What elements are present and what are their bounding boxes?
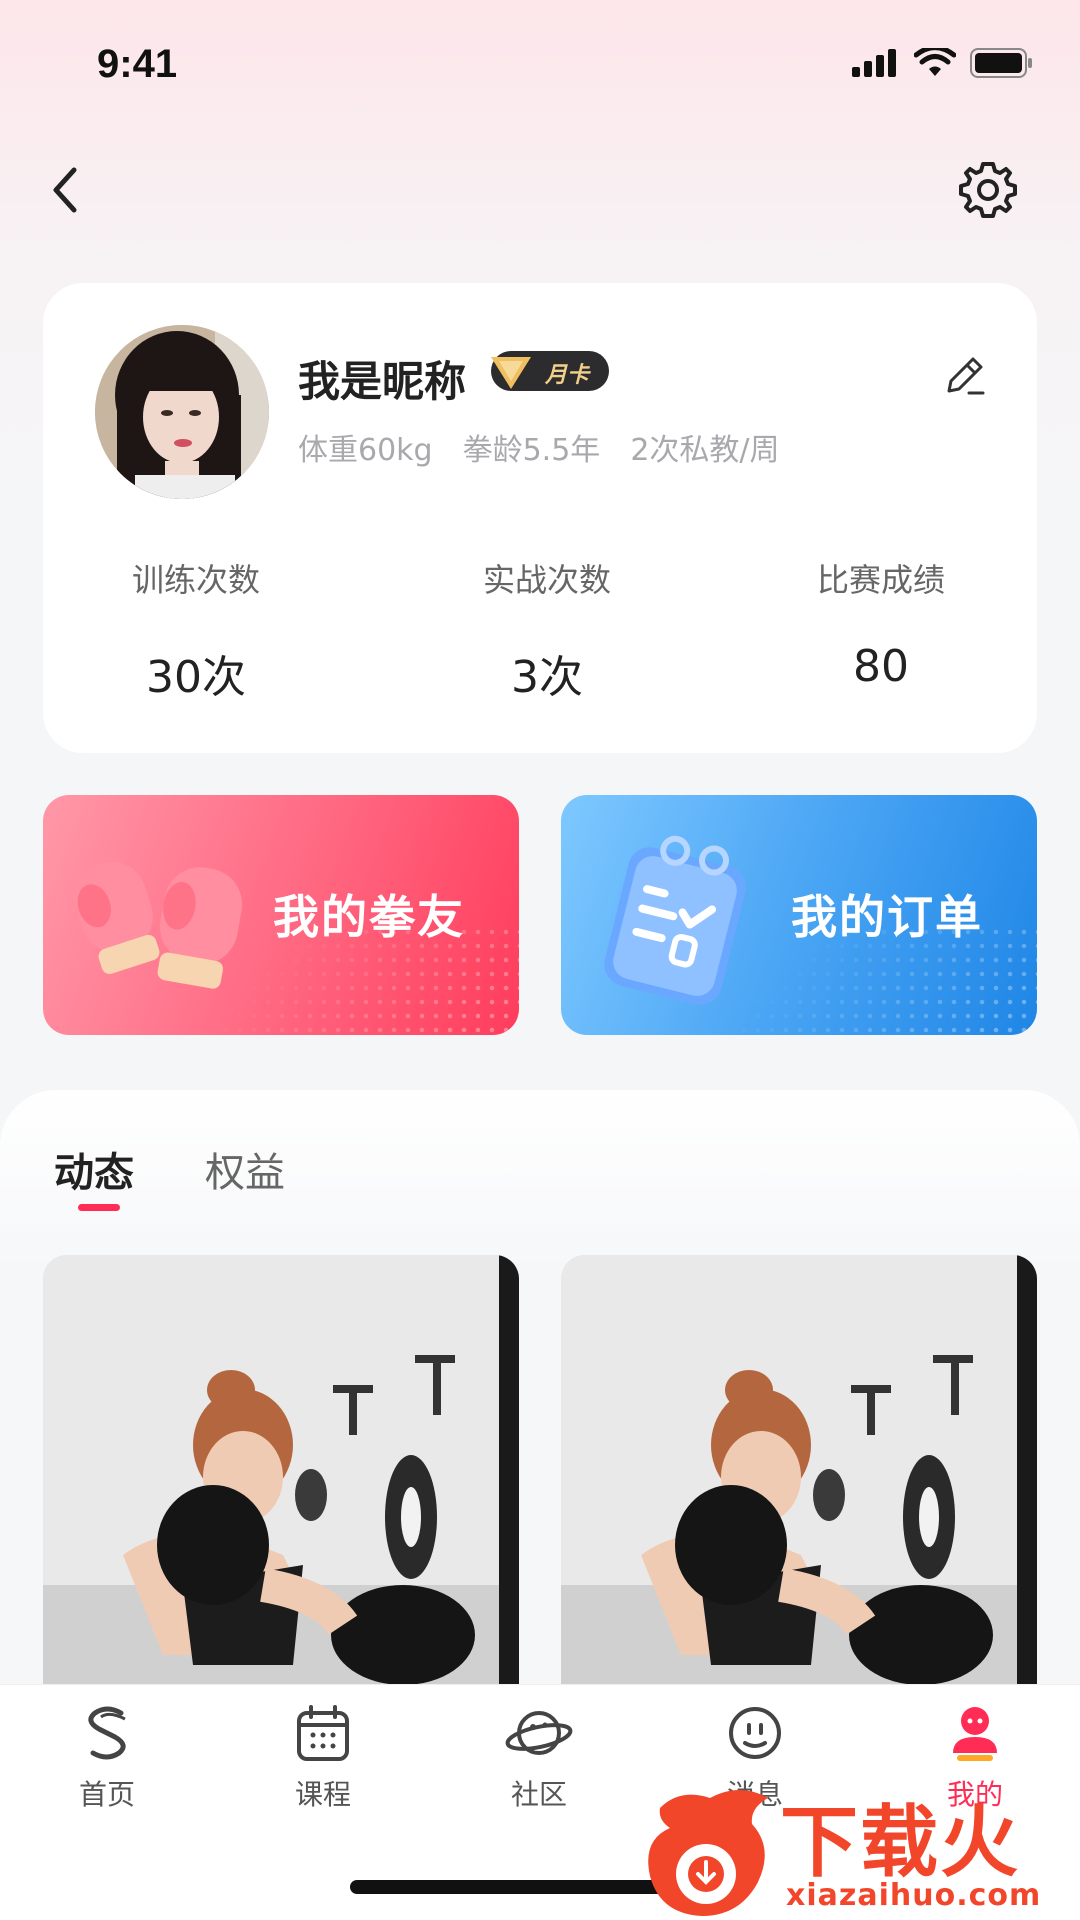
tabbar-label: 课程: [294, 1778, 351, 1811]
stat-label: 训练次数: [131, 561, 260, 599]
profile-card: 我是昵称 月卡 体重60kg 拳龄5.5年 2次私教/周 训练次数 30次 实战…: [43, 283, 1037, 753]
tabbar-label: 首页: [78, 1778, 135, 1811]
my-orders-label: 我的订单: [791, 890, 983, 944]
my-boxing-friends-label: 我的拳友: [273, 890, 465, 944]
stat-match-score[interactable]: 比赛成绩 80: [781, 555, 981, 692]
tabbar-courses[interactable]: 课程: [243, 1703, 403, 1813]
tabbar-label: 社区: [510, 1778, 567, 1811]
my-orders-card[interactable]: 我的订单: [561, 795, 1037, 1035]
meta-weight: 体重60kg: [298, 433, 433, 468]
tab-feed[interactable]: 动态: [54, 1140, 134, 1198]
stat-value: 30次: [146, 652, 246, 703]
nickname: 我是昵称: [298, 357, 467, 406]
avatar[interactable]: [95, 325, 269, 499]
edit-profile-button[interactable]: [939, 351, 989, 401]
settings-button[interactable]: [956, 158, 1020, 222]
planet-icon: [505, 1711, 573, 1755]
tab-benefits[interactable]: 权益: [205, 1140, 285, 1198]
meta-private-lessons: 2次私教/周: [630, 433, 780, 468]
watermark-title: 下载火: [780, 1798, 1021, 1888]
vip-badge-label: 月卡: [545, 363, 590, 388]
stat-sparring[interactable]: 实战次数 3次: [447, 555, 647, 705]
profile-meta: 体重60kg 拳龄5.5年 2次私教/周: [298, 425, 780, 469]
wifi-icon: [914, 48, 956, 76]
clipboard-icon: [604, 835, 746, 1005]
gear-icon: [959, 162, 1017, 218]
stat-label: 比赛成绩: [816, 561, 945, 599]
home-s-icon: [88, 1706, 126, 1760]
signal-icon: [852, 49, 896, 77]
tabbar-home[interactable]: 首页: [27, 1703, 187, 1813]
calendar-icon: [297, 1705, 349, 1761]
avatar-image: [95, 325, 269, 499]
flame-logo-icon: [648, 1790, 768, 1916]
status-bar: 9:41: [0, 0, 1080, 130]
vip-v-icon: [491, 357, 531, 389]
pencil-icon: [947, 357, 985, 395]
meta-boxing-age: 拳龄5.5年: [462, 433, 601, 468]
watermark-url: xiazaihuo.com: [786, 1878, 1042, 1913]
back-button[interactable]: [42, 160, 92, 220]
battery-icon: [970, 48, 1032, 78]
stat-label: 实战次数: [482, 561, 611, 599]
user-icon: [953, 1707, 997, 1761]
smiley-icon: [729, 1707, 781, 1759]
tabbar-community[interactable]: 社区: [459, 1703, 619, 1813]
status-icons: [852, 48, 1034, 78]
status-time: 9:41: [97, 42, 178, 86]
tab-active-indicator: [78, 1204, 120, 1211]
watermark: 下载火 xiazaihuo.com: [640, 1778, 1080, 1920]
vip-badge: 月卡: [491, 351, 609, 391]
my-boxing-friends-card[interactable]: 我的拳友: [43, 795, 519, 1035]
stat-value: 3次: [511, 652, 583, 703]
stat-value: 80: [853, 641, 909, 692]
boxing-gloves-icon: [74, 861, 243, 989]
stat-training[interactable]: 训练次数 30次: [96, 555, 296, 705]
chevron-left-icon: [53, 167, 77, 213]
